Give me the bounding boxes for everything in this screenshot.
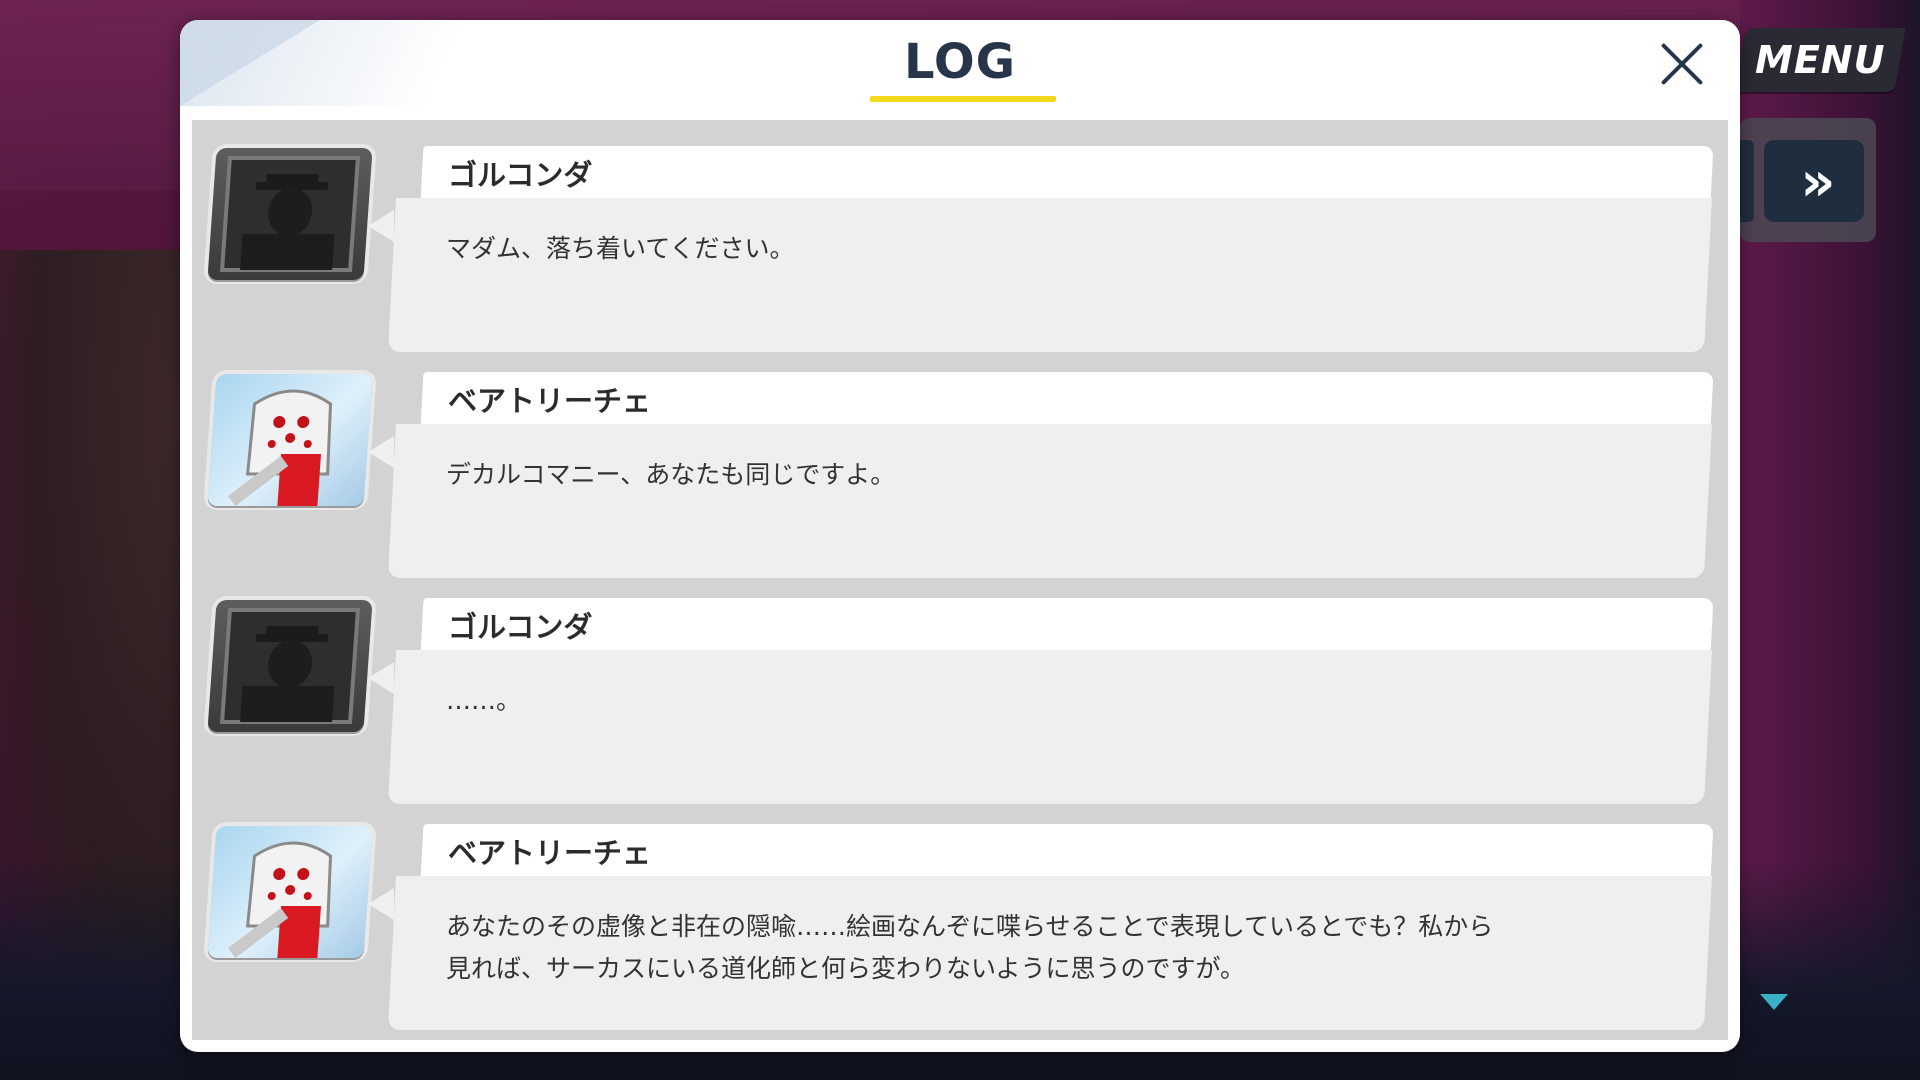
bubble-tail xyxy=(368,888,394,920)
speaker-name-bar xyxy=(420,598,1714,654)
speaker-name-bar xyxy=(420,146,1714,202)
message-text: デカルコマニー、あなたも同じですよ。 xyxy=(446,460,896,489)
title-underline xyxy=(870,96,1056,102)
golconda-portrait-icon xyxy=(207,148,373,280)
log-entry: ゴルコンダ マダム、落ち着いてください。 xyxy=(192,130,1728,352)
log-header: LOG xyxy=(180,20,1740,106)
log-entry: ベアトリーチェ あなたのその虚像と非在の隠喩……絵画なんぞに喋らせることで表現し… xyxy=(192,808,1728,1030)
bubble-tail xyxy=(368,210,394,242)
scroll-down-arrow-icon[interactable] xyxy=(1760,994,1788,1010)
speaker-name: ゴルコンダ xyxy=(448,158,593,192)
beatrice-portrait-icon xyxy=(207,374,373,506)
golconda-portrait-icon xyxy=(207,600,373,732)
speaker-name: ベアトリーチェ xyxy=(448,836,652,870)
message-text: マダム、落ち着いてください。 xyxy=(446,234,795,263)
fast-forward-icon: » xyxy=(1800,149,1836,213)
menu-button[interactable]: MENU xyxy=(1734,28,1906,92)
bubble-tail xyxy=(368,436,394,468)
speaker-name: ゴルコンダ xyxy=(448,610,593,644)
message-text: ……。 xyxy=(446,686,522,715)
log-entry: ベアトリーチェ デカルコマニー、あなたも同じですよ。 xyxy=(192,356,1728,578)
menu-button-label: MENU xyxy=(1754,38,1886,82)
game-screen: MENU » LOG ゴルコンダ マダム、落ち着いてください。 ベアトリーチェ … xyxy=(0,0,1920,1080)
log-list[interactable]: ゴルコンダ マダム、落ち着いてください。 ベアトリーチェ デカルコマニー、あなた… xyxy=(192,120,1728,1040)
close-button[interactable] xyxy=(1650,32,1714,96)
message-bubble xyxy=(387,198,1713,352)
skip-button[interactable]: » xyxy=(1764,140,1864,222)
bubble-tail xyxy=(368,662,394,694)
log-entry: ゴルコンダ ……。 xyxy=(192,582,1728,804)
message-bubble xyxy=(387,424,1713,578)
message-bubble xyxy=(387,650,1713,804)
log-window: LOG ゴルコンダ マダム、落ち着いてください。 ベアトリーチェ デカルコマニー… xyxy=(180,20,1740,1052)
message-text: あなたのその虚像と非在の隠喩……絵画なんぞに喋らせることで表現しているとでも？私… xyxy=(446,912,1494,983)
speaker-name: ベアトリーチェ xyxy=(448,384,652,418)
auto-button[interactable] xyxy=(1740,140,1754,222)
beatrice-portrait-icon xyxy=(207,826,373,958)
log-title: LOG xyxy=(903,34,1017,90)
